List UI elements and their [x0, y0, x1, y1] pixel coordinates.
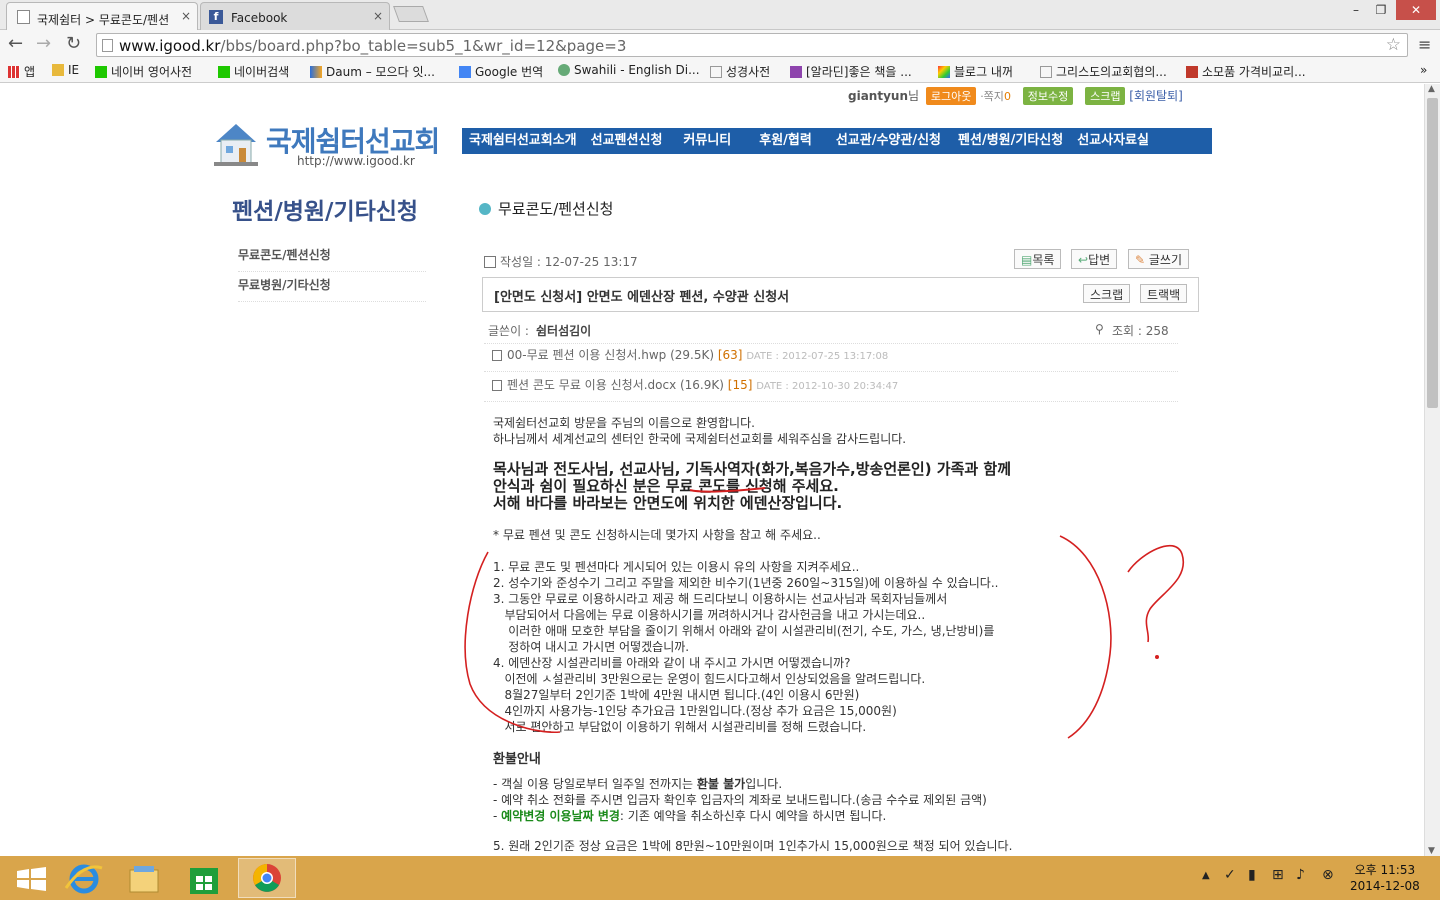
facebook-icon: f — [209, 10, 223, 24]
address-host: www.igood.kr — [119, 37, 221, 55]
bookmark-bible-dict[interactable]: 성경사전 — [710, 63, 770, 80]
internet-explorer-icon[interactable] — [56, 860, 112, 898]
taskbar: ▲ ✓ ▮ ⊞ ♪ ⊗ 오후 11:53 2014-12-08 — [0, 856, 1440, 900]
scroll-up-icon[interactable]: ▲ — [1428, 84, 1435, 94]
bookmarks-bar: 앱 IE 네이버 영어사전 네이버검색 Daum – 모으다 잇... Goog… — [0, 58, 1440, 83]
bookmark-blog[interactable]: 블로그 내꺼 — [938, 63, 1013, 80]
store-icon[interactable] — [176, 860, 232, 898]
swahili-icon — [558, 64, 570, 76]
tray-security-icon[interactable]: ✓ — [1224, 867, 1236, 883]
page-icon — [17, 10, 30, 24]
page-icon — [710, 66, 722, 78]
tray-battery-icon[interactable]: ▮ — [1248, 867, 1256, 883]
minimize-button[interactable]: – — [1342, 0, 1370, 20]
translate-icon — [459, 66, 471, 78]
bookmark-aladin[interactable]: [알라딘]좋은 책을 ... — [790, 63, 912, 80]
bookmark-naver-search[interactable]: 네이버검색 — [218, 63, 289, 80]
tab-facebook[interactable]: f Facebook × — [200, 2, 390, 30]
bookmark-price-compare[interactable]: 소모품 가격비교리... — [1186, 63, 1306, 80]
danawa-icon — [1186, 66, 1198, 78]
tray-expand-icon[interactable]: ▲ — [1202, 870, 1210, 881]
taskbar-clock[interactable]: 오후 11:53 2014-12-08 — [1350, 862, 1420, 894]
clock-date: 2014-12-08 — [1350, 879, 1420, 893]
clock-time: 오후 11:53 — [1354, 863, 1416, 877]
tray-network-icon[interactable]: ⊞ — [1272, 867, 1284, 883]
browser-tabstrip: 국제쉼터 > 무료콘도/펜션 × f Facebook × – ❐ ✕ — [0, 0, 1440, 30]
right-bracket-annotation — [1059, 535, 1112, 739]
page-scrollbar[interactable]: ▲ ▼ — [1424, 84, 1440, 856]
naver-icon — [95, 66, 107, 78]
tab-title: 국제쉼터 > 무료콘도/펜션 — [37, 13, 170, 27]
chrome-taskbar-button[interactable] — [238, 858, 296, 898]
tab-title: Facebook — [231, 11, 288, 25]
bookmark-apps[interactable]: 앱 — [8, 63, 35, 80]
tab-igood[interactable]: 국제쉼터 > 무료콘도/펜션 × — [6, 2, 198, 30]
new-tab-button[interactable] — [393, 6, 429, 22]
windows-start-icon[interactable] — [4, 860, 60, 898]
scroll-thumb[interactable] — [1427, 98, 1438, 408]
naver-icon — [218, 66, 230, 78]
bookmark-daum[interactable]: Daum – 모으다 잇... — [310, 63, 435, 80]
page-icon — [1040, 66, 1052, 78]
close-window-button[interactable]: ✕ — [1396, 0, 1436, 20]
address-bar[interactable]: www.igood.kr/bbs/board.php?bo_table=sub5… — [96, 33, 1408, 57]
page-icon — [102, 39, 113, 52]
chrome-icon — [253, 864, 281, 892]
daum-icon — [310, 66, 322, 78]
bookmarks-more[interactable]: » — [1420, 63, 1427, 77]
bookmark-ie[interactable]: IE — [52, 63, 79, 77]
bookmark-naver-dict[interactable]: 네이버 영어사전 — [95, 63, 192, 80]
tray-notification-icon[interactable]: ⊗ — [1322, 867, 1334, 883]
apps-icon — [8, 66, 20, 78]
underline-annotation — [689, 487, 766, 493]
bookmark-star-icon[interactable]: ☆ — [1386, 35, 1401, 55]
reload-icon[interactable]: ↻ — [66, 33, 81, 54]
file-explorer-icon[interactable] — [116, 860, 172, 898]
bookmark-church-assoc[interactable]: 그리스도의교회협의... — [1040, 63, 1167, 80]
browser-toolbar: ← → ↻ www.igood.kr/bbs/board.php?bo_tabl… — [0, 30, 1440, 58]
bookmark-google-translate[interactable]: Google 번역 — [459, 63, 543, 80]
question-dot-annotation — [1155, 655, 1159, 659]
bookmark-swahili[interactable]: Swahili - English Di... — [558, 63, 700, 77]
forward-icon[interactable]: → — [36, 33, 51, 54]
web-page: giantyun님 로그아웃 ·쪽지0 정보수정 스크랩 [회원탈퇴] 국제쉼터… — [0, 84, 1424, 856]
tray-volume-icon[interactable]: ♪ — [1296, 867, 1305, 883]
blog-icon — [938, 66, 950, 78]
left-bracket-annotation — [464, 551, 561, 734]
red-annotation-overlay — [464, 487, 1185, 739]
address-path: /bbs/board.php?bo_table=sub5_1&wr_id=12&… — [220, 37, 627, 55]
chrome-menu-icon[interactable]: ≡ — [1418, 35, 1431, 54]
back-icon[interactable]: ← — [8, 33, 23, 54]
tab-close-icon[interactable]: × — [373, 9, 383, 23]
aladin-icon — [790, 66, 802, 78]
question-mark-annotation — [1127, 544, 1185, 643]
tab-close-icon[interactable]: × — [181, 9, 191, 23]
scroll-down-icon[interactable]: ▼ — [1428, 846, 1435, 856]
folder-icon — [52, 64, 64, 76]
maximize-button[interactable]: ❐ — [1368, 0, 1394, 20]
